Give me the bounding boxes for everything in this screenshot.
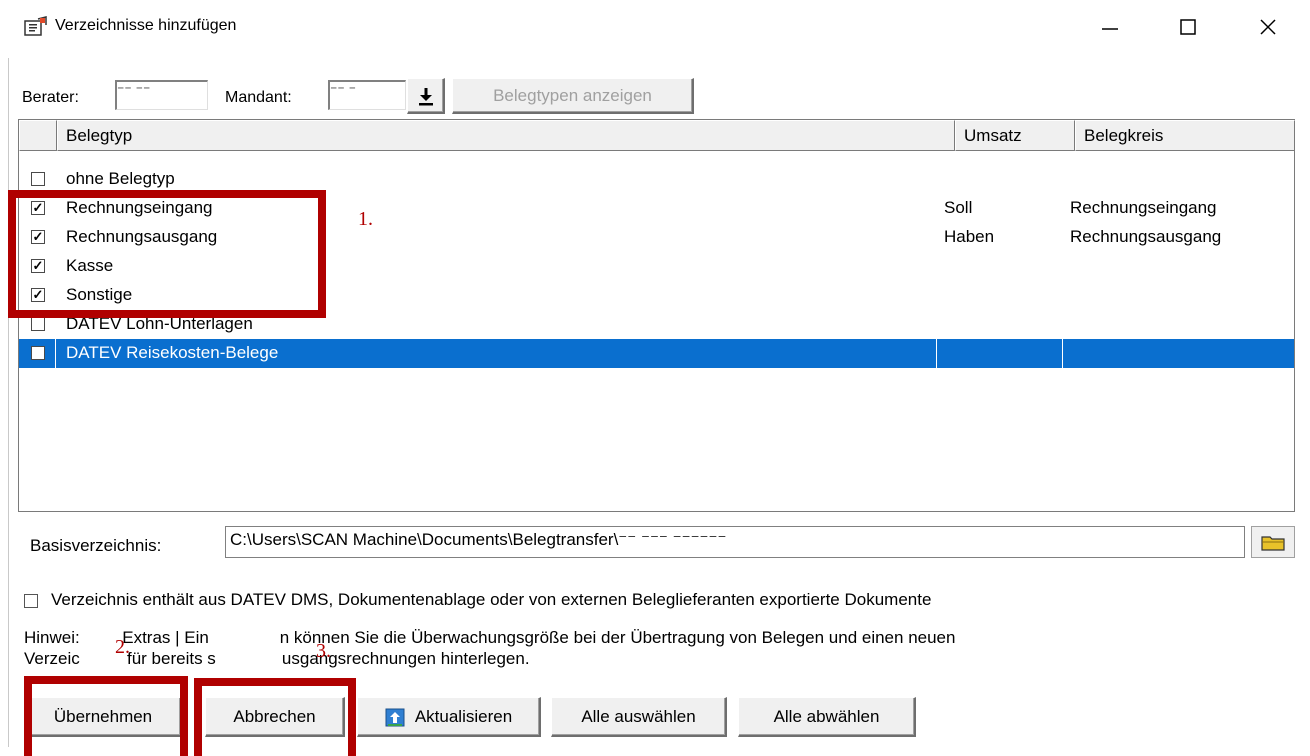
column-separator xyxy=(1062,339,1063,368)
window-left-border xyxy=(0,58,9,747)
maximize-button[interactable] xyxy=(1168,12,1208,42)
list-row-datev-reisekosten-belege[interactable]: DATEV Reisekosten-Belege xyxy=(19,339,1294,368)
mandant-download-button[interactable] xyxy=(407,78,445,114)
mandant-value: ⁻⁻ ⁻ xyxy=(330,82,357,98)
annotation-label-3: 3. xyxy=(316,640,331,662)
close-icon xyxy=(1260,19,1276,35)
annotation-label-1: 1. xyxy=(358,208,373,230)
minimize-button[interactable] xyxy=(1090,12,1130,42)
title-bar: Verzeichnisse hinzufügen xyxy=(0,0,1310,58)
annotation-box-1 xyxy=(8,190,326,318)
row-umsatz: Soll xyxy=(944,198,973,217)
column-separator xyxy=(55,339,56,368)
row-umsatz: Haben xyxy=(944,227,995,246)
berater-value: ⁻⁻ ⁻⁻ xyxy=(117,82,151,98)
folder-icon xyxy=(1261,536,1285,551)
annotation-label-2: 2. xyxy=(115,636,130,658)
window-title: Verzeichnisse hinzufügen xyxy=(55,17,237,34)
berater-field[interactable]: ⁻⁻ ⁻⁻ xyxy=(115,80,208,110)
hint-line-2: Verzeic für bereits s usgangsrechnungen … xyxy=(24,649,530,668)
header-belegtyp[interactable]: Belegtyp xyxy=(57,120,955,151)
aktualisieren-button[interactable]: Aktualisieren xyxy=(357,697,541,737)
header-belegkreis[interactable]: Belegkreis xyxy=(1075,120,1295,151)
berater-label: Berater: xyxy=(22,89,79,106)
close-button[interactable] xyxy=(1248,12,1288,42)
belegtypen-anzeigen-button[interactable]: Belegtypen anzeigen xyxy=(452,78,694,114)
row-belegtyp: DATEV Reisekosten-Belege xyxy=(66,343,279,362)
column-separator xyxy=(936,339,937,368)
annotation-box-2 xyxy=(24,676,188,756)
alle-abwaehlen-button[interactable]: Alle abwählen xyxy=(738,697,916,737)
row-belegkreis: Rechnungsausgang xyxy=(1070,227,1222,246)
mandant-label: Mandant: xyxy=(225,89,292,106)
header-checkbox-column[interactable] xyxy=(19,120,57,151)
refresh-icon xyxy=(385,708,405,726)
window-app-icon xyxy=(22,16,48,38)
hint-line-1: Hinwei: Extras | Ein n können Sie die Üb… xyxy=(24,628,956,647)
row-belegkreis: Rechnungseingang xyxy=(1070,198,1217,217)
download-arrow-icon xyxy=(418,87,433,105)
basisverzeichnis-input[interactable]: C:\Users\SCAN Machine\Documents\Belegtra… xyxy=(225,526,1245,558)
row-checkbox[interactable] xyxy=(31,346,45,360)
alle-auswaehlen-button[interactable]: Alle auswählen xyxy=(551,697,727,737)
maximize-icon xyxy=(1180,19,1196,35)
row-belegtyp: ohne Belegtyp xyxy=(66,169,175,188)
row-checkbox[interactable] xyxy=(31,172,45,186)
export-checkbox[interactable] xyxy=(24,594,38,608)
row-checkbox[interactable] xyxy=(31,317,45,331)
basisverzeichnis-label: Basisverzeichnis: xyxy=(30,536,162,555)
aktualisieren-label: Aktualisieren xyxy=(414,706,513,726)
annotation-box-3 xyxy=(194,678,356,756)
minimize-icon xyxy=(1102,28,1118,30)
export-checkbox-label: Verzeichnis enthält aus DATEV DMS, Dokum… xyxy=(51,590,932,609)
browse-folder-button[interactable] xyxy=(1251,526,1295,558)
mandant-field[interactable]: ⁻⁻ ⁻ xyxy=(328,80,406,110)
basisverzeichnis-value: C:\Users\SCAN Machine\Documents\Belegtra… xyxy=(230,530,727,549)
header-umsatz[interactable]: Umsatz xyxy=(955,120,1075,151)
